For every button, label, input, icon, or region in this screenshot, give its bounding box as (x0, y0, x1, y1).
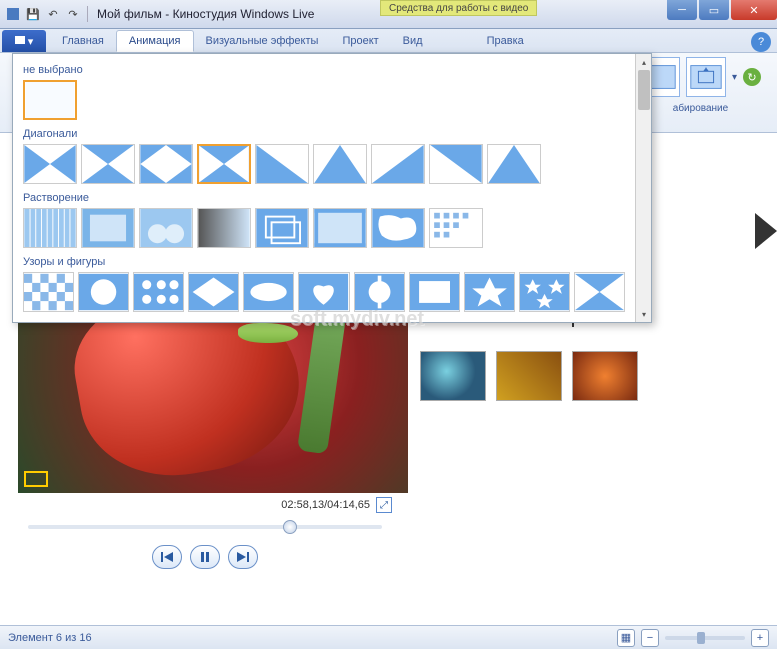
timeline-clip[interactable] (572, 351, 638, 401)
transition-diagonal[interactable] (371, 144, 425, 184)
title-bar: 💾 ↶ ↷ Мой фильм - Киностудия Windows Liv… (0, 0, 777, 29)
transition-diagonal-selected[interactable] (197, 144, 251, 184)
transition-dissolve[interactable] (371, 208, 425, 248)
transition-pattern[interactable] (519, 272, 570, 312)
seek-knob[interactable] (283, 520, 297, 534)
gallery-more-icon[interactable]: ▾ (732, 72, 737, 83)
transition-pattern[interactable] (298, 272, 349, 312)
app-window: 💾 ↶ ↷ Мой фильм - Киностудия Windows Liv… (0, 0, 777, 649)
transition-none[interactable] (23, 80, 77, 120)
timeline-clip[interactable] (420, 351, 486, 401)
status-right: ▦ − + (617, 629, 769, 647)
view-mode-button[interactable]: ▦ (617, 629, 635, 647)
transition-dissolve[interactable] (139, 208, 193, 248)
quick-access-toolbar: 💾 ↶ ↷ (4, 5, 91, 23)
window-controls: ─ ▭ ✕ (665, 0, 777, 20)
qat-separator (87, 6, 88, 22)
help-button[interactable]: ? (751, 32, 771, 52)
transition-pattern[interactable] (78, 272, 129, 312)
minimize-button[interactable]: ─ (667, 0, 697, 20)
playback-controls (8, 537, 402, 577)
gallery-category-diagonals: Диагонали (19, 126, 629, 142)
zoom-slider[interactable] (665, 636, 745, 640)
qat-app-icon[interactable] (4, 5, 22, 23)
transition-dissolve[interactable] (313, 208, 367, 248)
transition-diagonal[interactable] (81, 144, 135, 184)
tab-view[interactable]: Вид (391, 30, 435, 52)
transition-dissolve[interactable] (255, 208, 309, 248)
transition-diagonal[interactable] (313, 144, 367, 184)
gallery-scrollbar[interactable]: ▴ ▾ (635, 54, 651, 322)
file-tab[interactable]: ▾ (2, 30, 46, 52)
tab-edit[interactable]: Правка (475, 30, 536, 52)
zoom-knob[interactable] (697, 632, 705, 644)
tab-project[interactable]: Проект (330, 30, 390, 52)
time-display: 02:58,13/04:14,65 (281, 499, 370, 511)
timeline-clip[interactable] (496, 351, 562, 401)
pan-zoom-preset-2[interactable] (686, 57, 726, 97)
time-row: 02:58,13/04:14,65 ⤢ (8, 493, 402, 517)
status-text: Элемент 6 из 16 (8, 632, 92, 644)
zoom-in-button[interactable]: + (751, 629, 769, 647)
transition-pattern[interactable] (133, 272, 184, 312)
transition-pattern[interactable] (409, 272, 460, 312)
transition-pattern[interactable] (23, 272, 74, 312)
transitions-gallery: не выбрано Диагонали Растворение (12, 53, 652, 323)
transition-diagonal[interactable] (139, 144, 193, 184)
prev-frame-button[interactable] (152, 545, 182, 569)
transition-diagonal[interactable] (255, 144, 309, 184)
fullscreen-button[interactable]: ⤢ (376, 497, 392, 513)
gallery-category-none: не выбрано (19, 62, 629, 78)
tab-visual-effects[interactable]: Визуальные эффекты (194, 30, 331, 52)
gallery-scrollbar-thumb[interactable] (638, 70, 650, 110)
pause-button[interactable] (190, 545, 220, 569)
transition-diagonal[interactable] (487, 144, 541, 184)
close-button[interactable]: ✕ (731, 0, 777, 20)
window-title: Мой фильм - Киностудия Windows Live (97, 7, 314, 21)
status-bar: Элемент 6 из 16 ▦ − + (0, 625, 777, 649)
gallery-expand-button[interactable]: ▾ (638, 308, 650, 320)
seek-bar[interactable] (8, 517, 402, 537)
transition-pattern[interactable] (354, 272, 405, 312)
gallery-category-dissolve: Растворение (19, 190, 629, 206)
zoom-out-button[interactable]: − (641, 629, 659, 647)
transition-pattern[interactable] (243, 272, 294, 312)
transition-diagonal[interactable] (23, 144, 77, 184)
scroll-right-arrow[interactable] (755, 213, 777, 249)
qat-undo-icon[interactable]: ↶ (44, 5, 62, 23)
ribbon-group-scale-label: абирование (673, 103, 728, 114)
qat-redo-icon[interactable]: ↷ (64, 5, 82, 23)
transition-dissolve[interactable] (197, 208, 251, 248)
transition-dissolve[interactable] (81, 208, 135, 248)
contextual-tab-label[interactable]: Средства для работы с видео (380, 0, 537, 16)
timeline-row-3 (420, 351, 767, 401)
ribbon-tab-strip: ▾ Главная Анимация Визуальные эффекты Пр… (0, 29, 777, 53)
maximize-button[interactable]: ▭ (699, 0, 729, 20)
transition-pattern[interactable] (464, 272, 515, 312)
gallery-category-patterns: Узоры и фигуры (19, 254, 629, 270)
transition-dissolve[interactable] (429, 208, 483, 248)
transition-pattern[interactable] (188, 272, 239, 312)
transition-diagonal[interactable] (429, 144, 483, 184)
apply-all-icon[interactable]: ↻ (743, 68, 761, 86)
tab-animation[interactable]: Анимация (116, 30, 194, 52)
tab-home[interactable]: Главная (50, 30, 116, 52)
gallery-scroll[interactable]: не выбрано Диагонали Растворение (13, 54, 635, 322)
transition-dissolve[interactable] (23, 208, 77, 248)
transition-pattern[interactable] (574, 272, 625, 312)
next-frame-button[interactable] (228, 545, 258, 569)
natgeo-watermark (24, 471, 48, 487)
qat-save-icon[interactable]: 💾 (24, 5, 42, 23)
